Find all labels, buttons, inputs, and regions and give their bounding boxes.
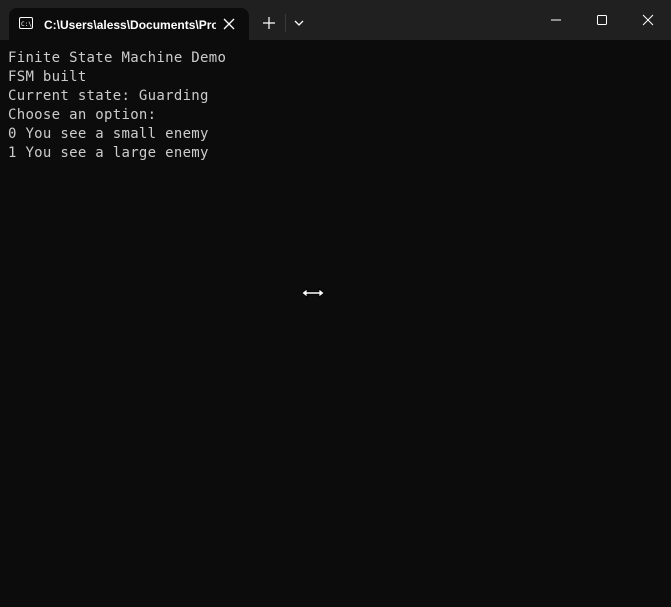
terminal-tab[interactable]: C:\ C:\Users\aless\Documents\Pro (9, 8, 249, 40)
tab-divider (285, 14, 286, 32)
close-icon (642, 14, 654, 26)
output-line: Current state: Guarding (8, 88, 209, 104)
terminal-window: C:\ C:\Users\aless\Documents\Pro Finite … (0, 0, 671, 607)
terminal-output[interactable]: Finite State Machine Demo FSM built Curr… (0, 40, 671, 607)
minimize-button[interactable] (533, 0, 579, 40)
svg-text:C:\: C:\ (21, 21, 32, 28)
maximize-button[interactable] (579, 0, 625, 40)
output-line: 1 You see a large enemy (8, 145, 209, 161)
close-icon[interactable] (220, 15, 238, 33)
resize-cursor-icon (301, 288, 325, 298)
output-line: Finite State Machine Demo (8, 50, 227, 66)
plus-icon[interactable] (258, 12, 280, 34)
minimize-icon (551, 19, 561, 21)
maximize-icon (597, 15, 607, 25)
close-window-button[interactable] (625, 0, 671, 40)
output-line: 0 You see a small enemy (8, 126, 209, 142)
title-bar[interactable]: C:\ C:\Users\aless\Documents\Pro (0, 0, 671, 40)
chevron-down-icon[interactable] (290, 13, 308, 33)
tab-title: C:\Users\aless\Documents\Pro (44, 18, 216, 32)
output-line: FSM built (8, 69, 87, 85)
terminal-icon: C:\ (19, 17, 33, 29)
output-line: Choose an option: (8, 107, 157, 123)
